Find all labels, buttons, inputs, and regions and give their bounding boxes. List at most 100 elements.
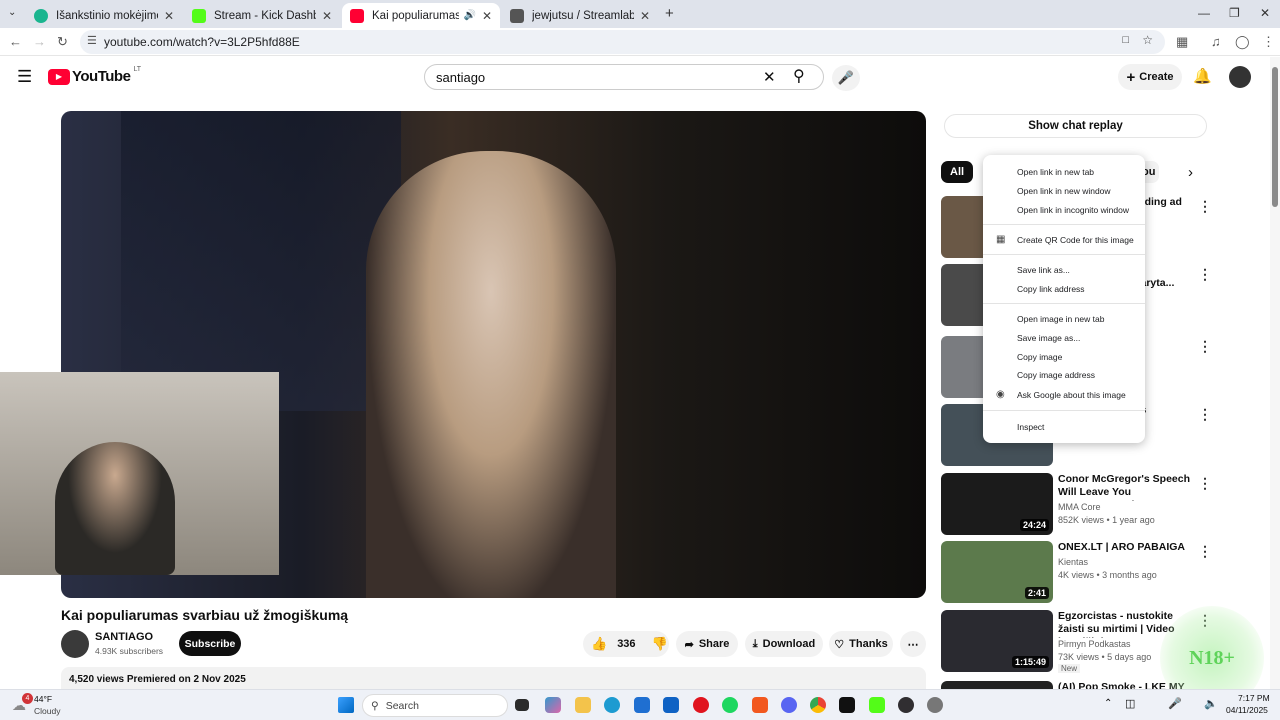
rec-title[interactable]: ONEX.LT | ARO PABAIGA (1058, 541, 1193, 554)
subscribe-button[interactable]: Subscribe (179, 631, 241, 656)
bookmark-star-icon[interactable]: ☆ (1142, 33, 1153, 47)
thanks-button[interactable]: ♡ Thanks (829, 631, 893, 657)
more-options-icon[interactable]: ⋮ (1198, 543, 1212, 560)
channel-name[interactable]: SANTIAGO (95, 631, 153, 643)
more-options-icon[interactable]: ⋮ (1198, 475, 1212, 492)
close-tab-icon[interactable]: ✕ (322, 9, 332, 23)
reload-icon[interactable]: ↻ (57, 34, 68, 50)
maximize-icon[interactable]: ❐ (1229, 6, 1240, 20)
window-close-icon[interactable]: ✕ (1260, 6, 1270, 20)
share-button[interactable]: ➦ Share (676, 631, 738, 657)
show-chat-replay-button[interactable]: Show chat replay (944, 114, 1207, 138)
video-thumbnail[interactable]: 1:15:49 (941, 610, 1053, 672)
dislike-icon[interactable]: 👎 (652, 636, 668, 652)
chrome-icon[interactable] (810, 697, 826, 713)
search-box[interactable]: santiago ✕ ⚲ (424, 64, 824, 90)
like-icon[interactable]: 👍 (591, 636, 607, 652)
microphone-icon[interactable]: 🎤 (1168, 697, 1182, 710)
media-control-icon[interactable]: ♫ (1211, 34, 1221, 49)
site-info-icon[interactable]: ☰ (87, 34, 97, 47)
menu-open-link-incognito[interactable]: Open link in incognito window (1017, 205, 1129, 215)
menu-ask-google[interactable]: Ask Google about this image (1017, 390, 1126, 400)
description-box[interactable]: 4,520 views Premiered on 2 Nov 2025 (61, 667, 926, 689)
forward-icon[interactable]: → (33, 34, 46, 49)
spotify-icon[interactable] (722, 697, 738, 713)
outlook-icon[interactable] (663, 697, 679, 713)
rec-channel[interactable]: MMA Core (1058, 502, 1101, 512)
extensions-icon[interactable]: ▦ (1176, 34, 1188, 50)
tab-3-active[interactable]: Kai populiarumas svarbiau 🔊 ✕ (342, 3, 500, 28)
more-options-icon[interactable]: ⋮ (1198, 338, 1212, 355)
download-button[interactable]: ⤓ Download (745, 631, 823, 657)
youtube-logo[interactable]: ▶ YouTube LT (48, 66, 141, 85)
menu-open-link-new-window[interactable]: Open link in new window (1017, 186, 1111, 196)
taskbar-search[interactable]: ⚲ Search (362, 694, 508, 717)
menu-save-image-as[interactable]: Save image as... (1017, 333, 1080, 343)
channel-avatar[interactable] (61, 630, 89, 658)
minimize-icon[interactable]: — (1198, 6, 1210, 20)
video-thumbnail[interactable]: 24:24 (941, 473, 1053, 535)
new-tab-icon[interactable]: + (665, 5, 674, 22)
menu-inspect[interactable]: Inspect (1017, 422, 1044, 432)
tab-1[interactable]: Išankstinio mokėjimo telefono ✕ (26, 3, 182, 28)
voice-search-icon[interactable]: 🎤 (832, 65, 860, 91)
video-thumbnail[interactable] (941, 681, 1053, 689)
audio-playing-icon[interactable]: 🔊 (463, 10, 475, 21)
create-button[interactable]: + Create (1118, 64, 1182, 90)
back-icon[interactable]: ← (9, 34, 22, 49)
kick-studio-icon[interactable] (839, 697, 855, 713)
search-icon[interactable]: ⚲ (793, 66, 805, 86)
file-explorer-icon[interactable] (575, 697, 591, 713)
close-tab-icon[interactable]: ✕ (482, 9, 492, 23)
close-tab-icon[interactable]: ✕ (164, 9, 174, 23)
tab-4[interactable]: jewjutsu / Streamlabs ✕ (502, 3, 658, 28)
url-field[interactable]: ☰ youtube.com/watch?v=3L2P5hfd88E □ ☆ (80, 30, 1165, 54)
rec-title[interactable]: Conor McGregor's Speech Will Leave You S… (1058, 473, 1193, 501)
install-app-icon[interactable]: □ (1122, 34, 1129, 46)
rec-channel[interactable]: Kientas (1058, 557, 1088, 567)
network-icon[interactable]: ◫ (1125, 697, 1135, 710)
store-icon[interactable] (634, 697, 650, 713)
more-options-icon[interactable]: ⋮ (1198, 198, 1212, 215)
menu-copy-link-address[interactable]: Copy link address (1017, 284, 1085, 294)
clock-date[interactable]: 04/11/2025 (1226, 705, 1268, 715)
scrollbar-thumb[interactable] (1272, 67, 1278, 207)
more-options-icon[interactable]: ⋮ (1198, 406, 1212, 423)
tab-list-chevron-icon[interactable]: ⌄ (8, 7, 16, 18)
menu-create-qr-code[interactable]: Create QR Code for this image (1017, 235, 1134, 245)
tab-2[interactable]: Stream - Kick Dashboard ✕ (184, 3, 340, 28)
more-actions-button[interactable]: ⋯ (900, 631, 926, 657)
avatar[interactable] (1229, 66, 1251, 88)
search-input[interactable]: santiago (436, 70, 485, 85)
list-item[interactable]: 2:41 ONEX.LT | ARO PABAIGA Kientas 4K vi… (941, 541, 1271, 603)
profile-icon[interactable]: ◯ (1235, 34, 1250, 50)
kick-icon[interactable] (869, 697, 885, 713)
notifications-bell-icon[interactable]: 🔔 (1193, 67, 1212, 85)
opera-icon[interactable] (693, 697, 709, 713)
more-options-icon[interactable]: ⋮ (1198, 266, 1212, 283)
chips-next-icon[interactable]: › (1188, 164, 1193, 181)
close-tab-icon[interactable]: ✕ (640, 9, 650, 23)
rec-channel[interactable]: Pirmyn Podkastas (1058, 639, 1131, 649)
menu-copy-image-address[interactable]: Copy image address (1017, 370, 1095, 380)
volume-icon[interactable]: 🔈 (1204, 697, 1218, 710)
task-view-icon[interactable] (515, 699, 529, 711)
discord-icon[interactable] (781, 697, 797, 713)
edge-icon[interactable] (604, 697, 620, 713)
list-item[interactable]: 24:24 Conor McGregor's Speech Will Leave… (941, 473, 1271, 535)
weather-widget[interactable]: ☁ 4 44°F Cloudy (10, 693, 80, 719)
chip-all[interactable]: All (941, 161, 974, 183)
menu-copy-image[interactable]: Copy image (1017, 352, 1062, 362)
settings-gear-icon[interactable] (927, 697, 943, 713)
like-count[interactable]: 336 (617, 638, 635, 650)
clear-search-icon[interactable]: ✕ (763, 68, 776, 86)
menu-open-image-new-tab[interactable]: Open image in new tab (1017, 314, 1104, 324)
menu-open-link-new-tab[interactable]: Open link in new tab (1017, 167, 1094, 177)
menu-save-link-as[interactable]: Save link as... (1017, 265, 1070, 275)
clock-time[interactable]: 7:17 PM (1238, 693, 1270, 703)
page-scrollbar[interactable] (1270, 57, 1280, 689)
system-tray-chevron-icon[interactable]: ⌃ (1104, 698, 1112, 709)
obs-icon[interactable] (898, 697, 914, 713)
video-thumbnail[interactable]: 2:41 (941, 541, 1053, 603)
browser-menu-icon[interactable]: ⋮ (1262, 34, 1275, 50)
